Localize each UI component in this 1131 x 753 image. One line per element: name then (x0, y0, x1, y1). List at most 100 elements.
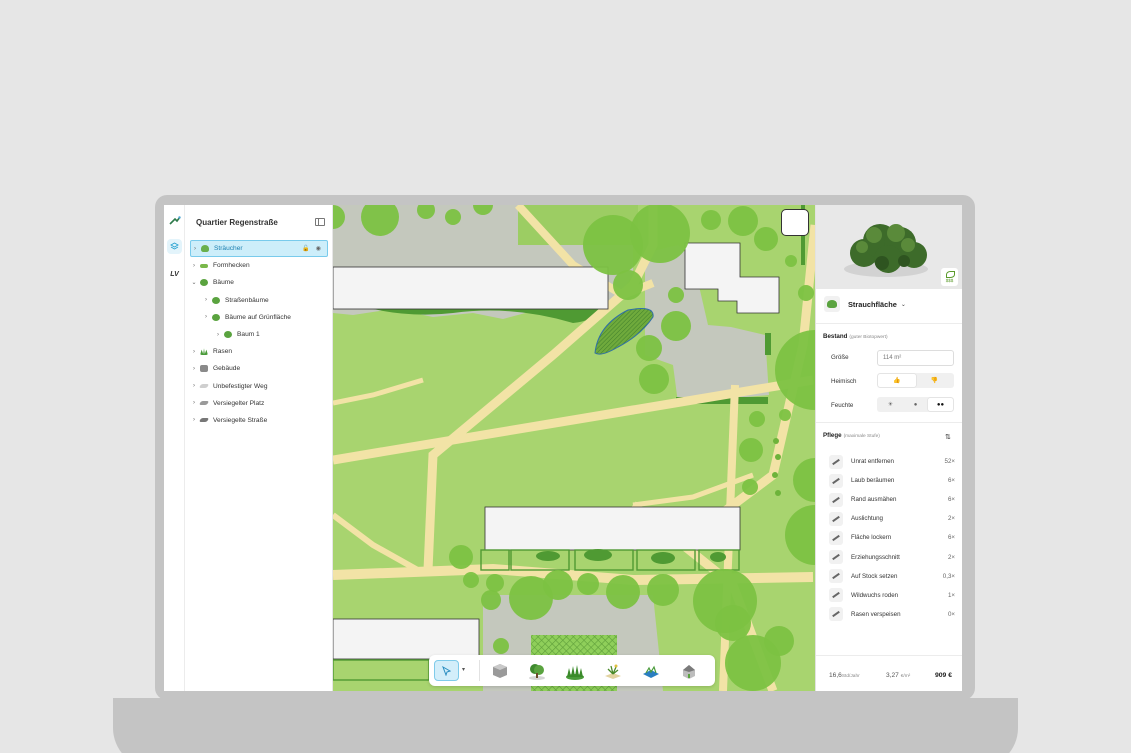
care-item-label: Unrat entfernen (851, 458, 894, 466)
chevron-right-icon[interactable]: › (202, 314, 210, 320)
chevron-right-icon[interactable]: › (190, 400, 198, 406)
detail-panel: $$$ Strauchfläche ⌄ Bestand (guter Biotop… (815, 205, 962, 691)
logo-icon[interactable] (167, 213, 182, 228)
select-tool-button[interactable] (434, 660, 459, 681)
care-item-count: 2× (947, 515, 955, 523)
chevron-right-icon[interactable]: › (190, 417, 198, 423)
path-icon (198, 384, 210, 389)
map-overview-button[interactable] (781, 209, 809, 236)
care-item[interactable]: Fläche lockern 6× (829, 528, 955, 547)
thumbs-down-icon[interactable]: 👎 (916, 374, 954, 387)
chevron-right-icon[interactable]: › (191, 246, 199, 252)
chevron-down-icon[interactable]: ▾ (462, 666, 465, 673)
dry-sun-icon[interactable]: ☀ (878, 398, 903, 411)
care-item-label: Rasen verspeisen (851, 610, 901, 618)
layer-row[interactable]: › Formhecken (190, 257, 328, 274)
layer-label: Versiegelte Straße (213, 416, 268, 424)
layer-row[interactable]: › Unbefestigter Weg (190, 378, 328, 395)
divider (816, 422, 962, 423)
care-item-label: Auslichtung (851, 515, 883, 523)
grass-icon (566, 665, 584, 680)
lock-icon[interactable]: 🔓 (302, 245, 309, 252)
layers-icon[interactable] (167, 239, 182, 254)
layer-row[interactable]: › Versiegelter Platz (190, 395, 328, 412)
care-item-label: Erziehungsschnitt (851, 553, 900, 561)
chevron-right-icon[interactable]: › (190, 263, 198, 269)
layer-row[interactable]: › Sträucher 🔓 ◉ (190, 240, 328, 258)
eye-icon[interactable]: ◉ (316, 245, 321, 252)
layer-row[interactable]: › Rasen (190, 343, 328, 360)
bestand-subtitle: (guter Biotopwert) (849, 335, 888, 340)
layer-label: Rasen (213, 348, 233, 356)
care-item[interactable]: Wildwuchs roden 1× (829, 586, 955, 605)
thumbs-up-icon[interactable]: 👍 (878, 374, 916, 387)
map-canvas[interactable]: ▾ (333, 205, 815, 691)
care-list: Unrat entfernen 52× Laub beräumen 6× Rand au… (829, 452, 955, 624)
type-selector[interactable]: Strauchfläche ⌄ (824, 296, 906, 312)
double-drop-icon[interactable]: ●● (928, 398, 953, 411)
care-item[interactable]: Rand ausmähen 6× (829, 490, 955, 509)
site-plan[interactable] (333, 205, 815, 691)
building-icon (493, 664, 507, 678)
cost-footer: 16,6Std/Jahr 3,27 €/m² 909 € (816, 655, 962, 691)
chevron-right-icon[interactable]: › (190, 366, 198, 372)
pflege-subtitle: (maximale Stufe) (843, 434, 880, 439)
care-item-label: Rand ausmähen (851, 496, 897, 504)
single-drop-icon[interactable]: ● (903, 398, 928, 411)
chevron-right-icon[interactable]: › (190, 349, 198, 355)
layer-label: Gebäude (213, 365, 241, 373)
type-label: Strauchfläche (848, 299, 897, 309)
sort-icon[interactable]: ⇅ (945, 433, 951, 441)
moisture-toggle: ☀ ● ●● (877, 397, 954, 412)
add-plant-button[interactable] (602, 660, 624, 681)
panel-collapse-icon[interactable] (315, 218, 325, 226)
layer-panel: Quartier Regenstraße › Sträucher 🔓 ◉ › Formhe… (185, 205, 333, 691)
tool-icon (829, 454, 843, 469)
add-house-button[interactable] (678, 660, 700, 681)
layer-row[interactable]: › Bäume auf Grünfläche (190, 309, 328, 326)
chevron-right-icon[interactable]: › (214, 332, 222, 338)
chevron-down-icon[interactable]: ⌄ (190, 279, 198, 286)
layer-row-tools: 🔓 ◉ (302, 245, 321, 252)
house-icon (683, 665, 695, 679)
chevron-right-icon[interactable]: › (190, 383, 198, 389)
care-item[interactable]: Auslichtung 2× (829, 509, 955, 528)
care-item[interactable]: Unrat entfernen 52× (829, 452, 955, 471)
layer-row[interactable]: › Versiegelte Straße (190, 412, 328, 429)
care-item-count: 6× (947, 496, 955, 504)
layer-row[interactable]: › Baum 1 (190, 326, 328, 343)
layer-row[interactable]: › Straßenbäume (190, 292, 328, 309)
bestand-title: Bestand (823, 333, 848, 340)
plaza-icon (198, 401, 210, 406)
care-item-count: 2× (947, 553, 955, 561)
layer-label: Straßenbäume (225, 296, 269, 304)
bestand-heading: Bestand (guter Biotopwert) (823, 333, 888, 340)
lv-nav-item[interactable]: LV (167, 267, 182, 282)
hedge-icon (200, 263, 208, 268)
add-tree-button[interactable] (526, 660, 548, 681)
care-item-count: 6× (947, 534, 955, 542)
native-toggle: 👍 👎 (877, 373, 954, 388)
add-grass-button[interactable] (564, 660, 586, 681)
plant-icon (605, 664, 621, 679)
size-input[interactable]: 114 m² (877, 350, 954, 366)
care-item-count: 0× (947, 610, 955, 618)
rate-unit: €/m² (900, 674, 911, 679)
chevron-right-icon[interactable]: › (202, 297, 210, 303)
care-item-label: Fläche lockern (851, 534, 892, 542)
care-item[interactable]: Rasen verspeisen 0× (829, 605, 955, 624)
layer-row[interactable]: › Gebäude (190, 360, 328, 377)
care-item[interactable]: Auf Stock setzen 0,3× (829, 567, 955, 586)
road-icon (198, 418, 210, 423)
tree-icon (212, 313, 220, 321)
care-item[interactable]: Erziehungsschnitt 2× (829, 547, 955, 566)
cursor-icon (442, 665, 451, 676)
tree-icon (224, 331, 232, 339)
building-icon (200, 365, 208, 373)
layer-row[interactable]: ⌄ Bäume (190, 274, 328, 291)
add-water-button[interactable] (640, 660, 662, 681)
add-building-button[interactable] (489, 660, 511, 681)
divider (816, 323, 962, 324)
icon-rail: LV (164, 205, 185, 691)
care-item[interactable]: Laub beräumen 6× (829, 471, 955, 490)
